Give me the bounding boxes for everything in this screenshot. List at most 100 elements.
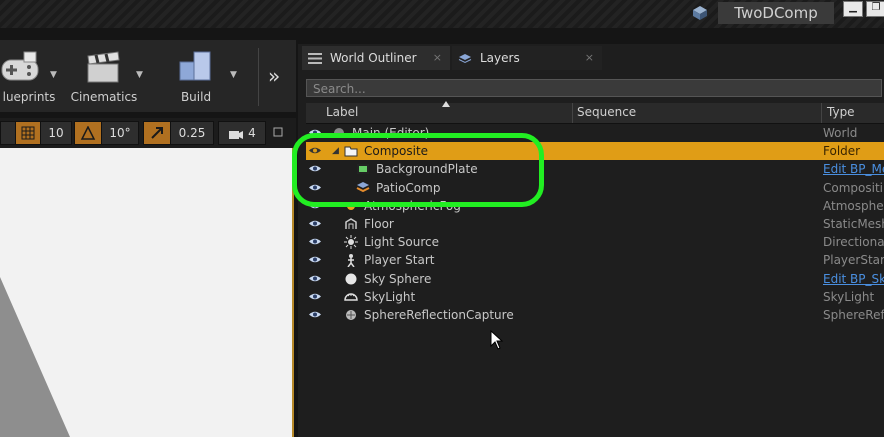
visibility-eye-icon[interactable]	[309, 164, 321, 173]
column-header: Label Sequence Type	[306, 103, 884, 124]
outliner-row[interactable]: Light Source DirectionalL	[306, 233, 884, 251]
row-type: PlayerStart	[823, 253, 884, 268]
row-type: World	[823, 126, 858, 140]
row-type: Folder	[823, 144, 861, 159]
outliner-row[interactable]: ◢ Composite Folder	[306, 142, 884, 161]
close-icon[interactable]: ×	[433, 46, 442, 70]
grid-icon	[21, 126, 35, 140]
row-type: SkyLight	[823, 289, 875, 304]
film-plate-icon	[357, 164, 369, 175]
folder-icon	[344, 146, 358, 157]
visibility-eye-icon[interactable]	[309, 128, 321, 137]
tab-world-outliner[interactable]: World Outliner ×	[302, 46, 450, 70]
visibility-eye-icon[interactable]	[309, 219, 321, 228]
row-type[interactable]: Edit BP_Me	[823, 160, 884, 178]
mesh-icon	[345, 218, 357, 229]
scale-snap-toggle[interactable]	[143, 121, 171, 145]
row-label: Player Start	[364, 253, 435, 268]
scale-arrow-icon	[151, 127, 163, 139]
main-toolbar: ▼ lueprints ▼ Cinematics ▼ Build »	[0, 40, 296, 112]
viewport-toolbar: 10 10° 0.25 4	[0, 118, 296, 148]
maximize-button[interactable]: ❐	[866, 1, 884, 17]
column-divider[interactable]	[572, 103, 573, 123]
row-type: SphereRefle	[823, 308, 884, 322]
outliner-row[interactable]: Main (Editor) World	[306, 124, 884, 142]
outliner-row[interactable]: Floor StaticMesh	[306, 215, 884, 233]
outliner-row[interactable]: SphereReflectionCapture SphereRefle	[306, 306, 884, 324]
visibility-eye-icon[interactable]	[309, 146, 321, 155]
visibility-eye-icon[interactable]	[309, 310, 321, 319]
tab-label: Layers	[480, 51, 520, 65]
visibility-eye-icon[interactable]	[309, 274, 321, 283]
more-toolbar-button[interactable]: »	[268, 64, 280, 88]
build-button[interactable]: ▼ Build	[168, 40, 237, 110]
search-input[interactable]: Search...	[306, 79, 882, 97]
outliner-row[interactable]: PatioComp Compositin	[306, 179, 884, 197]
scale-snap-value-text: 0.25	[178, 126, 206, 140]
column-label[interactable]: Label	[326, 105, 358, 119]
blueprints-label: lueprints	[2, 90, 56, 104]
row-label: BackgroundPlate	[376, 162, 478, 177]
visibility-eye-icon[interactable]	[309, 255, 321, 264]
row-label: Sky Sphere	[364, 271, 432, 286]
grid-snap-toggle[interactable]	[15, 121, 41, 145]
outliner-row[interactable]: SkyLight SkyLight	[306, 288, 884, 306]
expand-arrow-icon[interactable]: ◢	[332, 142, 339, 160]
row-label: PatioComp	[376, 180, 441, 195]
tab-layers[interactable]: Layers ×	[452, 46, 602, 70]
row-label: Floor	[364, 217, 394, 231]
minimize-button[interactable]: ▁	[843, 1, 863, 17]
row-type: DirectionalL	[823, 235, 884, 250]
build-blocks-icon	[179, 51, 211, 81]
list-icon	[308, 53, 322, 64]
surface-snap-icon[interactable]	[0, 121, 16, 145]
chevron-down-icon[interactable]: ▼	[230, 70, 237, 80]
light-icon	[344, 235, 358, 250]
visibility-eye-icon[interactable]	[309, 201, 321, 210]
title-bar: TwoDComp ▁ ❐	[0, 0, 884, 28]
column-type[interactable]: Type	[827, 105, 855, 119]
cinematics-button[interactable]: ▼ Cinematics	[68, 40, 143, 110]
row-label: AtmosphericFog	[364, 198, 461, 213]
project-name-tab[interactable]: TwoDComp	[718, 2, 834, 24]
blueprints-button[interactable]: ▼ lueprints	[0, 40, 58, 110]
visibility-eye-icon[interactable]	[309, 183, 321, 192]
row-type: StaticMesh	[823, 217, 884, 231]
close-icon[interactable]: ×	[585, 46, 594, 70]
row-label: SphereReflectionCapture	[364, 308, 514, 322]
outliner-row[interactable]: Sky Sphere Edit BP_Sk	[306, 270, 884, 288]
camera-speed-button[interactable]: 4	[218, 121, 266, 145]
row-label: SkyLight	[364, 289, 416, 304]
skylight-icon	[344, 293, 358, 301]
rotation-snap-toggle[interactable]	[74, 121, 102, 145]
maximize-viewport-icon[interactable]	[270, 121, 286, 143]
grid-snap-value-text: 10	[48, 126, 64, 140]
visibility-eye-icon[interactable]	[309, 292, 321, 301]
level-viewport[interactable]	[0, 148, 294, 437]
column-sequence[interactable]: Sequence	[577, 105, 636, 119]
row-type: Compositin	[823, 180, 884, 195]
rotation-snap-value-text: 10°	[109, 126, 131, 140]
angle-icon	[80, 125, 96, 140]
row-type: Atmospheri	[823, 198, 884, 213]
outliner-row[interactable]: BackgroundPlate Edit BP_Me	[306, 160, 884, 178]
chevron-down-icon[interactable]: ▼	[50, 70, 57, 80]
toolbar-divider	[258, 48, 259, 106]
camera-icon	[229, 130, 244, 139]
mouse-cursor-icon	[490, 330, 504, 350]
sort-ascending-icon	[442, 101, 450, 107]
fog-icon	[347, 201, 355, 210]
rotation-snap-value[interactable]: 10°	[101, 121, 139, 145]
floor-mesh	[0, 277, 70, 437]
row-label: Composite	[364, 144, 429, 159]
column-divider[interactable]	[821, 103, 822, 123]
grid-snap-value[interactable]: 10	[40, 121, 72, 145]
chevron-down-icon[interactable]: ▼	[136, 70, 143, 80]
camera-speed-value: 4	[248, 126, 256, 140]
row-type[interactable]: Edit BP_Sk	[823, 270, 884, 288]
scale-snap-value[interactable]: 0.25	[170, 121, 214, 145]
outliner-row[interactable]: AtmosphericFog Atmospheri	[306, 197, 884, 215]
visibility-eye-icon[interactable]	[309, 237, 321, 246]
row-label: Light Source	[364, 235, 439, 250]
outliner-row[interactable]: Player Start PlayerStart	[306, 251, 884, 269]
